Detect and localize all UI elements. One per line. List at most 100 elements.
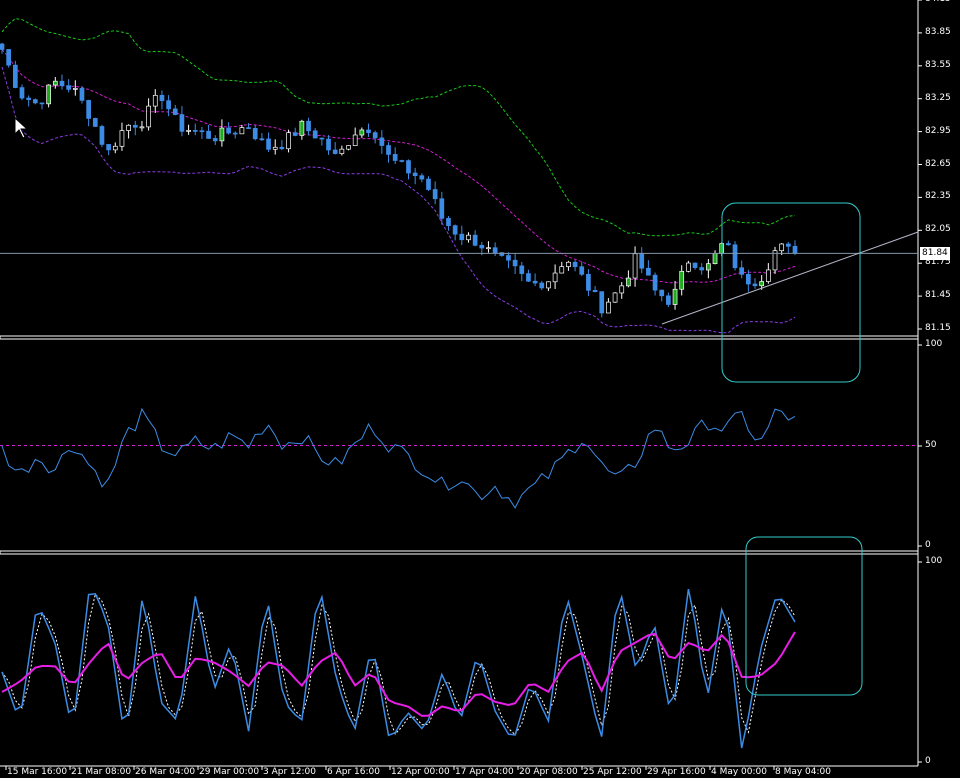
price-axis-label: 83.85 <box>925 26 951 37</box>
candle-body <box>79 88 85 101</box>
candle-body <box>186 130 191 132</box>
candle-body <box>639 253 645 269</box>
price-axis-label: 81.15 <box>925 323 951 333</box>
time-axis-label: 25 Apr 12:00 <box>583 767 642 777</box>
candle-body <box>219 127 225 142</box>
stoch-axis-label: 100 <box>925 556 943 566</box>
candle-body <box>486 247 491 250</box>
candle-body <box>6 49 12 66</box>
candle-body <box>199 130 205 133</box>
candle-body <box>19 87 25 99</box>
candle-body <box>606 301 611 314</box>
price-axis-label: 83.25 <box>925 92 951 103</box>
stochastic-slow-line <box>1 631 796 717</box>
candle-body <box>46 84 51 105</box>
candle-body <box>226 127 231 134</box>
rsi-axis-label: 100 <box>925 339 943 349</box>
pane-separator <box>0 550 919 555</box>
candle-body <box>272 146 278 150</box>
candle-body <box>119 130 125 147</box>
candle-body <box>99 126 105 145</box>
highlight-rectangle-stochastic <box>745 536 863 696</box>
candle-body <box>572 261 578 268</box>
candle-body <box>266 138 271 150</box>
time-axis-label: 29 Mar 00:00 <box>199 767 260 777</box>
current-price-label: 81.84 <box>920 247 950 260</box>
candle-body <box>392 154 398 161</box>
candle-body <box>206 130 211 139</box>
candle-body <box>692 262 698 268</box>
candle-body <box>506 255 511 261</box>
price-axis-label: 84.15 <box>925 0 951 4</box>
candle-body <box>646 267 651 276</box>
stoch-axis-label: 0 <box>925 756 931 766</box>
price-axis-label: 82.35 <box>925 191 951 202</box>
highlight-rectangle-price <box>721 202 861 383</box>
candle-body <box>526 273 531 282</box>
candle-body <box>359 129 365 136</box>
candle-body <box>12 64 18 88</box>
candle-body <box>59 80 65 86</box>
rsi-line <box>1 407 796 509</box>
candle-body <box>739 267 745 275</box>
candle-body <box>479 244 485 249</box>
candle-body <box>546 281 551 289</box>
rsi-axis-label: 50 <box>925 440 937 450</box>
candle-body <box>699 267 705 271</box>
mouse-cursor-icon <box>14 116 29 139</box>
candle-body <box>66 85 71 90</box>
candle-body <box>672 288 678 305</box>
candle-body <box>539 282 545 289</box>
candle-body <box>559 266 565 274</box>
time-axis-label: 4 May 00:00 <box>711 767 767 777</box>
candle-body <box>619 285 625 294</box>
candle-body <box>512 259 518 267</box>
candle-body <box>92 118 98 127</box>
candle-body <box>652 274 658 291</box>
candle-body <box>446 218 451 227</box>
candle-body <box>179 114 185 132</box>
candle-body <box>379 137 385 146</box>
candle-body <box>299 120 305 136</box>
candle-body <box>632 253 638 279</box>
candle-body <box>172 108 178 115</box>
candle-body <box>666 295 671 305</box>
candle-body <box>26 97 32 100</box>
candle-body <box>292 132 298 136</box>
candle-body <box>466 234 471 241</box>
candle-body <box>406 160 411 174</box>
candle-body <box>106 144 111 151</box>
candle-body <box>32 99 38 104</box>
candle-body <box>239 127 245 135</box>
candle-body <box>139 126 145 129</box>
trading-chart[interactable] <box>0 0 960 778</box>
time-axis-label: 3 Apr 12:00 <box>263 767 316 777</box>
time-axis-label: 29 Apr 16:00 <box>647 767 706 777</box>
rsi-axis-label: 0 <box>925 540 931 550</box>
candle-body <box>372 132 378 139</box>
candle-body <box>332 149 338 154</box>
candle-body <box>326 138 331 151</box>
candle-body <box>346 145 351 150</box>
candle-body <box>0 43 5 50</box>
candle-body <box>439 198 445 219</box>
candle-body <box>492 247 498 254</box>
candle-body <box>386 145 391 155</box>
stochastic-main-line <box>1 588 796 749</box>
candle-body <box>532 280 538 284</box>
candle-body <box>579 266 585 275</box>
candle-body <box>626 277 631 287</box>
candle-body <box>726 243 731 246</box>
price-axis-label: 81.45 <box>925 290 951 301</box>
candle-body <box>679 270 685 290</box>
candle-body <box>785 243 791 247</box>
price-axis-label: 82.65 <box>925 158 951 169</box>
candle-body <box>566 261 571 267</box>
candle-body <box>746 273 751 285</box>
candle-body <box>519 265 525 274</box>
candle-body <box>592 289 598 292</box>
candle-body <box>366 129 371 133</box>
candle-body <box>39 102 45 105</box>
time-axis-label: 17 Apr 04:00 <box>455 767 514 777</box>
candle-body <box>279 146 285 150</box>
